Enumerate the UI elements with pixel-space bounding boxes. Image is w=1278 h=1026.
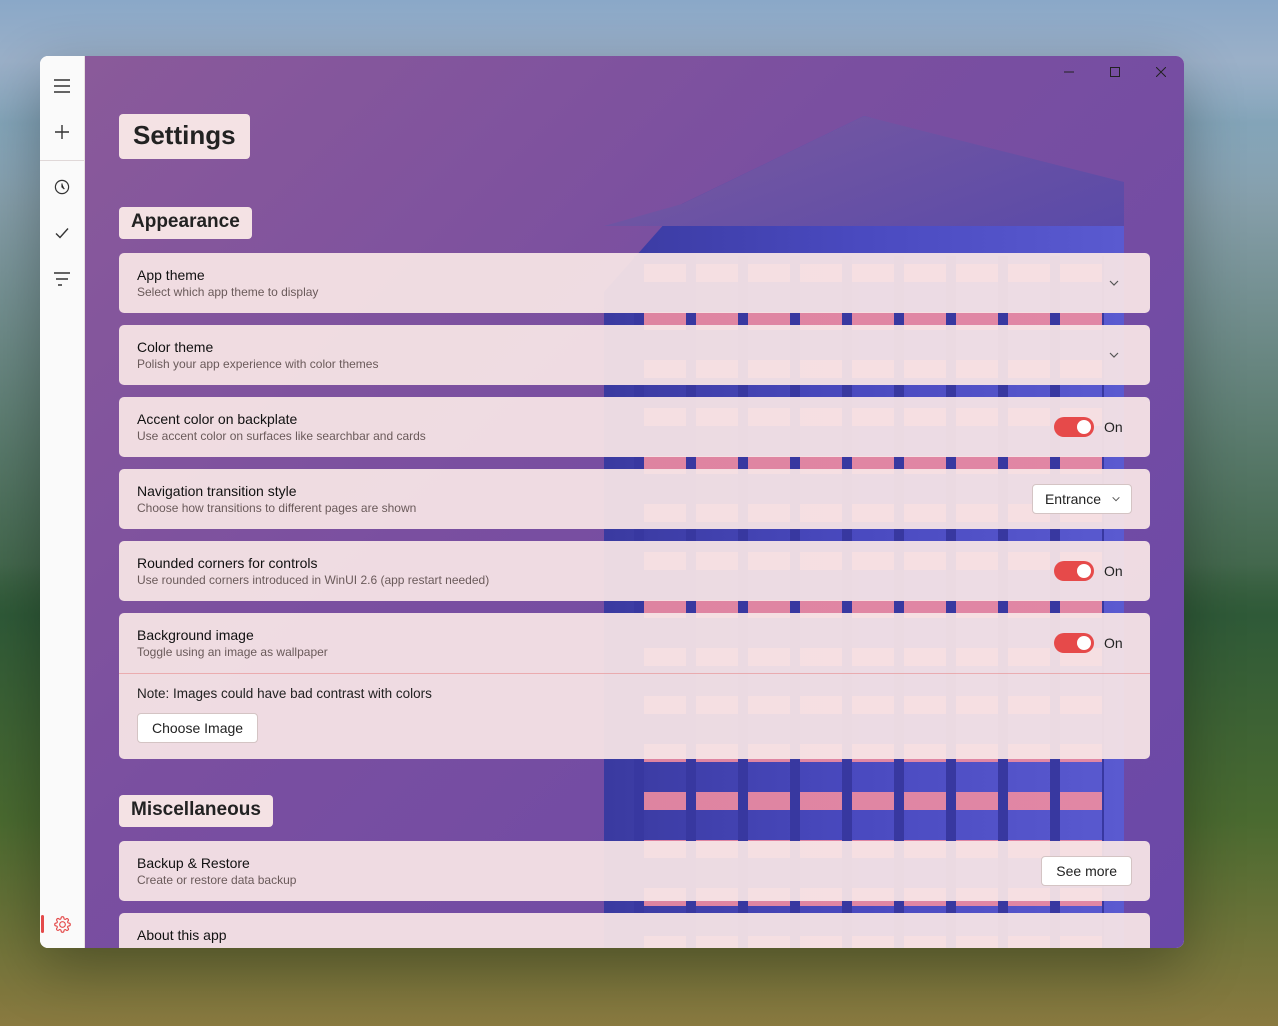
clock-icon: [54, 179, 70, 195]
nav-rail: [40, 56, 85, 948]
nav-transition-label: Navigation transition style: [137, 483, 1032, 499]
nav-divider: [40, 160, 84, 161]
nav-transition-card: Navigation transition style Choose how t…: [119, 469, 1150, 529]
rounded-corners-card: Rounded corners for controls Use rounded…: [119, 541, 1150, 601]
rounded-corners-toggle[interactable]: [1054, 561, 1094, 581]
section-appearance-title: Appearance: [119, 207, 252, 239]
page-title: Settings: [119, 114, 250, 159]
recent-button[interactable]: [42, 167, 82, 207]
background-image-note: Note: Images could have bad contrast wit…: [137, 686, 1132, 701]
about-app-label: About this app: [137, 927, 1132, 943]
rounded-corners-state: On: [1104, 563, 1132, 579]
backup-restore-label: Backup & Restore: [137, 855, 1041, 871]
choose-image-button[interactable]: Choose Image: [137, 713, 258, 743]
background-image-toggle[interactable]: [1054, 633, 1094, 653]
maximize-button[interactable]: [1092, 56, 1138, 88]
hamburger-button[interactable]: [42, 66, 82, 106]
filter-button[interactable]: [42, 259, 82, 299]
done-button[interactable]: [42, 213, 82, 253]
see-more-button[interactable]: See more: [1041, 856, 1132, 886]
plus-icon: [54, 124, 70, 140]
hamburger-icon: [54, 79, 70, 93]
check-icon: [54, 225, 70, 241]
accent-color-label: Accent color on backplate: [137, 411, 1054, 427]
app-theme-card[interactable]: App theme Select which app theme to disp…: [119, 253, 1150, 313]
color-theme-sub: Polish your app experience with color th…: [137, 357, 1108, 371]
content-area: Settings Appearance App theme Select whi…: [85, 56, 1184, 948]
close-button[interactable]: [1138, 56, 1184, 88]
app-window: Settings Appearance App theme Select whi…: [40, 56, 1184, 948]
nav-transition-value: Entrance: [1045, 491, 1101, 507]
background-image-sub: Toggle using an image as wallpaper: [137, 645, 1054, 659]
accent-color-card: Accent color on backplate Use accent col…: [119, 397, 1150, 457]
background-image-label: Background image: [137, 627, 1054, 643]
lines-icon: [54, 272, 70, 286]
about-app-card[interactable]: About this app: [119, 913, 1150, 948]
color-theme-card[interactable]: Color theme Polish your app experience w…: [119, 325, 1150, 385]
new-button[interactable]: [42, 112, 82, 152]
window-titlebar: [1046, 56, 1184, 88]
chevron-down-icon: [1108, 349, 1132, 361]
section-misc-title: Miscellaneous: [119, 795, 273, 827]
gear-icon: [54, 916, 71, 933]
chevron-down-icon: [1108, 277, 1132, 289]
color-theme-label: Color theme: [137, 339, 1108, 355]
accent-color-sub: Use accent color on surfaces like search…: [137, 429, 1054, 443]
rounded-corners-label: Rounded corners for controls: [137, 555, 1054, 571]
nav-transition-dropdown[interactable]: Entrance: [1032, 484, 1132, 514]
backup-restore-sub: Create or restore data backup: [137, 873, 1041, 887]
background-image-state: On: [1104, 635, 1132, 651]
minimize-icon: [1064, 67, 1074, 77]
close-icon: [1156, 67, 1166, 77]
background-image-card: Background image Toggle using an image a…: [119, 613, 1150, 759]
accent-color-state: On: [1104, 419, 1132, 435]
app-theme-label: App theme: [137, 267, 1108, 283]
rounded-corners-sub: Use rounded corners introduced in WinUI …: [137, 573, 1054, 587]
app-theme-sub: Select which app theme to display: [137, 285, 1108, 299]
accent-color-toggle[interactable]: [1054, 417, 1094, 437]
chevron-down-icon: [1111, 494, 1121, 504]
maximize-icon: [1110, 67, 1120, 77]
settings-nav-button[interactable]: [43, 907, 81, 941]
backup-restore-card: Backup & Restore Create or restore data …: [119, 841, 1150, 901]
nav-transition-sub: Choose how transitions to different page…: [137, 501, 1032, 515]
minimize-button[interactable]: [1046, 56, 1092, 88]
